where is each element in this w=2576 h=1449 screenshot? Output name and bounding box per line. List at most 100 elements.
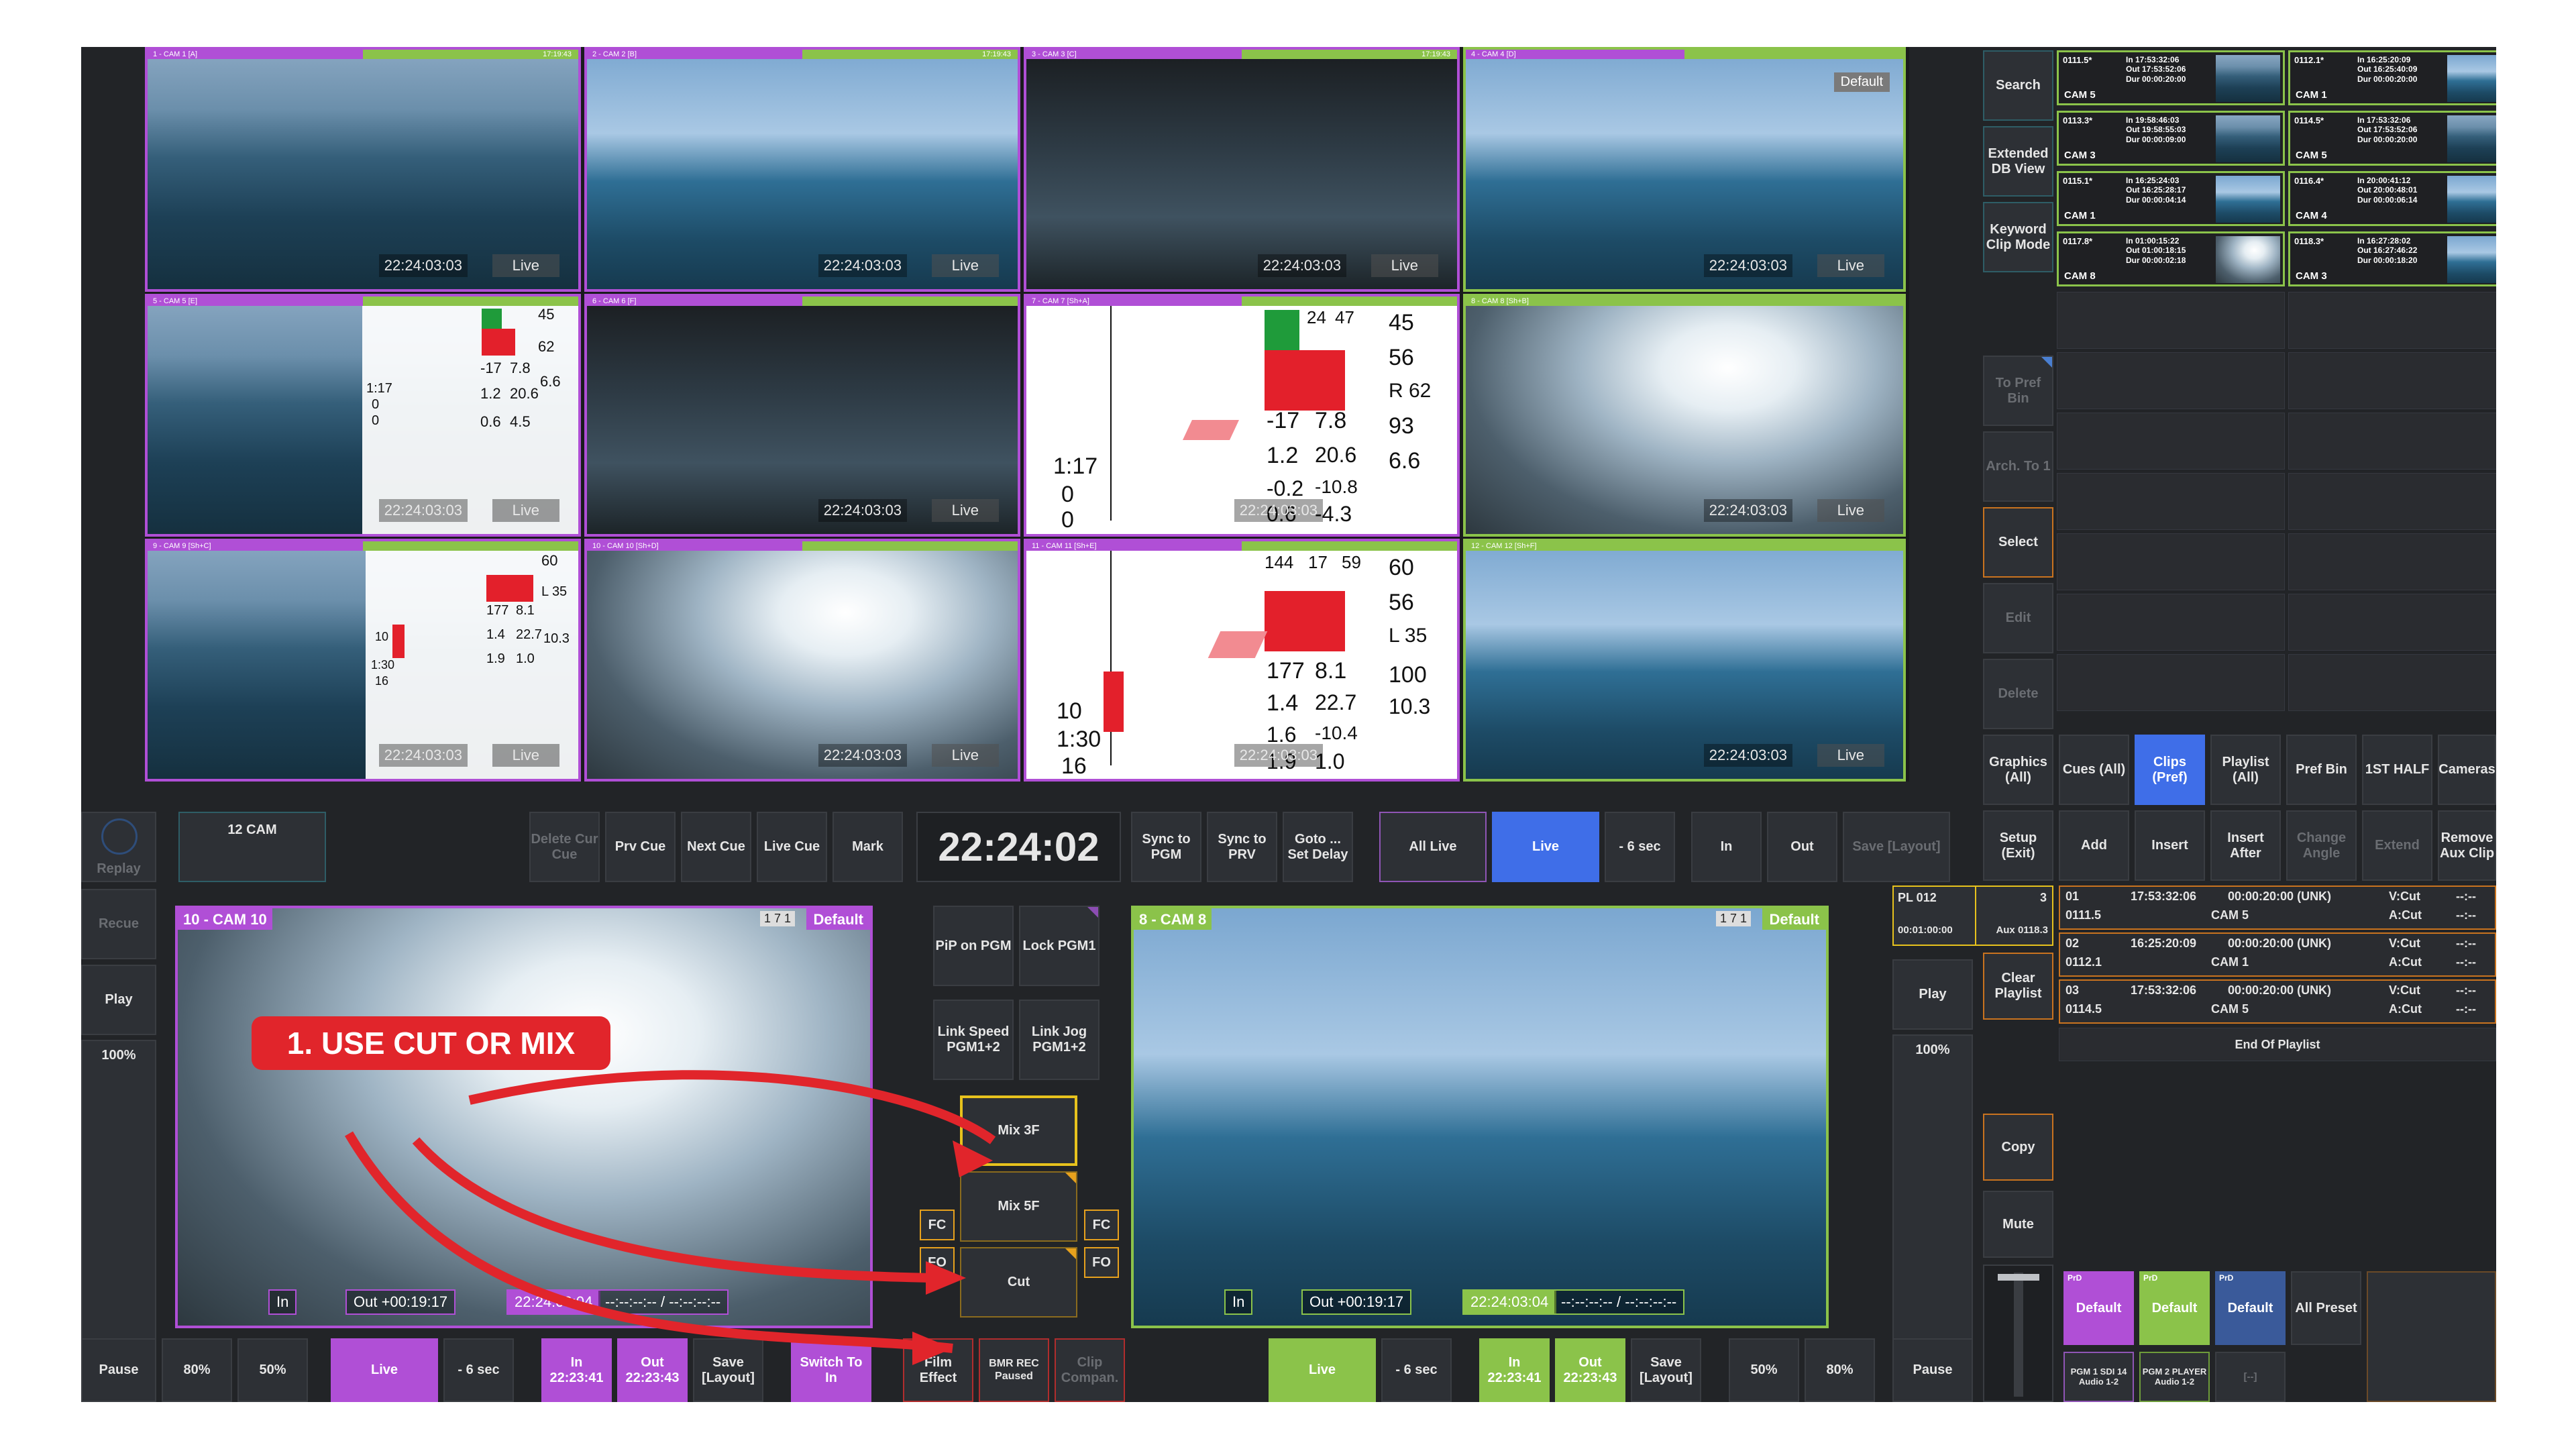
speed-fader-right[interactable]: 100% 0% bbox=[1892, 1034, 1973, 1382]
replay-button[interactable]: Replay bbox=[81, 812, 156, 882]
clip-card[interactable]: 0112.1* In 16:25:20:09 Out 16:25:40:09 Dur… bbox=[2288, 50, 2496, 105]
playlist-header[interactable]: PL 012 00:01:00:00 bbox=[1892, 885, 1976, 946]
empty-clip-slot[interactable] bbox=[2288, 654, 2496, 711]
viewer-in-pill[interactable]: In bbox=[268, 1289, 297, 1315]
keyword-clip-mode-button[interactable]: Keyword Clip Mode bbox=[1983, 202, 2053, 272]
recue-button[interactable]: Recue bbox=[81, 889, 156, 959]
mark-button[interactable]: Mark bbox=[833, 812, 903, 882]
edit-button[interactable]: Edit bbox=[1983, 583, 2053, 653]
empty-clip-slot[interactable] bbox=[2057, 533, 2285, 590]
mv-tile-cam4[interactable]: 4 - CAM 4 [D] Default 22:24:03:03 Live bbox=[1463, 47, 1906, 292]
goto-set-delay-button[interactable]: Goto ... Set Delay bbox=[1283, 812, 1353, 882]
play-button-right[interactable]: Play bbox=[1892, 959, 1973, 1030]
viewer-out-pill[interactable]: Out +00:19:17 bbox=[1301, 1289, 1412, 1315]
live-cue-button[interactable]: Live Cue bbox=[757, 812, 827, 882]
viewer-out-pill[interactable]: Out +00:19:17 bbox=[345, 1289, 456, 1315]
live-button-left[interactable]: Live bbox=[331, 1338, 438, 1402]
tab-1st-half[interactable]: 1ST HALF bbox=[2362, 735, 2432, 805]
live-button-right[interactable]: Live bbox=[1269, 1338, 1376, 1402]
clip-card[interactable]: 0114.5* In 17:53:32:06 Out 17:53:52:06 Dur… bbox=[2288, 111, 2496, 166]
speed-50-button[interactable]: 50% bbox=[237, 1338, 308, 1402]
minus-6-sec-button[interactable]: - 6 sec bbox=[1605, 812, 1675, 882]
empty-clip-slot[interactable] bbox=[2057, 473, 2285, 530]
mv-tile-cam3[interactable]: 3 - CAM 3 [C] 17:19:43 22:24:03:03 Live bbox=[1024, 47, 1460, 292]
clip-card[interactable]: 0113.3* In 19:58:46:03 Out 19:58:55:03 Dur… bbox=[2057, 111, 2285, 166]
sync-to-pgm-button[interactable]: Sync to PGM bbox=[1131, 812, 1201, 882]
pause-button-right[interactable]: Pause bbox=[1892, 1338, 1973, 1402]
minus-6-sec-right[interactable]: - 6 sec bbox=[1381, 1338, 1452, 1402]
clip-card[interactable]: 0116.4* In 20:00:41:12 Out 20:00:48:01 Dur… bbox=[2288, 171, 2496, 226]
speed-80-button[interactable]: 80% bbox=[162, 1338, 232, 1402]
select-button[interactable]: Select bbox=[1983, 507, 2053, 578]
out-timecode-right[interactable]: Out 22:23:43 bbox=[1555, 1338, 1625, 1402]
empty-clip-slot[interactable] bbox=[2288, 292, 2496, 349]
fc-left-button[interactable]: FC bbox=[920, 1210, 955, 1240]
tab-cameras[interactable]: Cameras bbox=[2438, 735, 2496, 805]
change-angle-button[interactable]: Change Angle bbox=[2286, 810, 2357, 881]
tab-graphics[interactable]: Graphics (All) bbox=[1983, 735, 2053, 805]
playlist-row[interactable]: 01 0111.5 17:53:32:06 00:00:20:00 (UNK) … bbox=[2059, 885, 2496, 930]
empty-clip-slot[interactable] bbox=[2288, 352, 2496, 409]
out-timecode-left[interactable]: Out 22:23:43 bbox=[617, 1338, 688, 1402]
fc-right-button[interactable]: FC bbox=[1084, 1210, 1119, 1240]
mix-5f-button[interactable]: Mix 5F bbox=[960, 1171, 1077, 1242]
pause-button-left[interactable]: Pause bbox=[81, 1338, 156, 1402]
viewer-pgm1[interactable]: 10 - CAM 10 1 7 1 Default In Out +00:19:… bbox=[175, 906, 873, 1328]
empty-clip-slot[interactable] bbox=[2057, 352, 2285, 409]
output-pgm1[interactable]: PGM 1 SDI 14 Audio 1-2 bbox=[2063, 1352, 2134, 1402]
prv-cue-button[interactable]: Prv Cue bbox=[605, 812, 676, 882]
remove-aux-clip-button[interactable]: Remove Aux Clip bbox=[2438, 810, 2496, 881]
mv-tile-cam5[interactable]: 5 - CAM 5 [E] 45 62 -17 7.8 6.6 1.2 20.6… bbox=[145, 294, 581, 537]
clear-playlist-button[interactable]: Clear Playlist bbox=[1983, 953, 2053, 1020]
cut-button[interactable]: Cut bbox=[960, 1247, 1077, 1318]
insert-after-button[interactable]: Insert After bbox=[2210, 810, 2281, 881]
play-button-left[interactable]: Play bbox=[81, 965, 156, 1035]
preset-default-button[interactable]: PrD Default bbox=[2063, 1271, 2134, 1345]
lock-pgm1-button[interactable]: Lock PGM1 bbox=[1019, 906, 1099, 986]
insert-button[interactable]: Insert bbox=[2135, 810, 2205, 881]
live-button[interactable]: Live bbox=[1492, 812, 1599, 882]
output-pgm2[interactable]: PGM 2 PLAYER Audio 1-2 bbox=[2139, 1352, 2210, 1402]
viewer-pgm2[interactable]: 8 - CAM 8 1 7 1 Default In Out +00:19:17… bbox=[1131, 906, 1829, 1328]
mv-tile-cam9[interactable]: 9 - CAM 9 [Sh+C] 60 L 35 177 8.1 1.4 22.… bbox=[145, 539, 581, 782]
viewer-in-pill[interactable]: In bbox=[1224, 1289, 1253, 1315]
in-timecode-right[interactable]: In 22:23:41 bbox=[1479, 1338, 1550, 1402]
clip-card[interactable]: 0115.1* In 16:25:24:03 Out 16:25:28:17 Dur… bbox=[2057, 171, 2285, 226]
mv-tile-cam1[interactable]: 1 - CAM 1 [A] 17:19:43 22:24:03:03 Live bbox=[145, 47, 581, 292]
mix-3f-button[interactable]: Mix 3F bbox=[960, 1095, 1077, 1166]
empty-clip-slot[interactable] bbox=[2057, 654, 2285, 711]
link-speed-button[interactable]: Link Speed PGM1+2 bbox=[933, 1000, 1014, 1080]
setup-exit-button[interactable]: Setup (Exit) bbox=[1983, 810, 2053, 881]
clip-card[interactable]: 0118.3* In 16:27:28:02 Out 16:27:46:22 Dur… bbox=[2288, 231, 2496, 286]
mv-tile-cam12[interactable]: 12 - CAM 12 [Sh+F] 22:24:03:03 Live bbox=[1463, 539, 1906, 782]
fo-left-button[interactable]: FO bbox=[920, 1247, 955, 1278]
mv-tile-cam11[interactable]: 11 - CAM 11 [Sh+E] 144 17 59 60 56 L 35 … bbox=[1024, 539, 1460, 782]
copy-button[interactable]: Copy bbox=[1983, 1114, 2053, 1181]
output-empty[interactable]: [--] bbox=[2215, 1352, 2286, 1402]
audio-fader[interactable] bbox=[1983, 1265, 2053, 1402]
delete-button[interactable]: Delete bbox=[1983, 659, 2053, 729]
save-layout-button[interactable]: Save [Layout] bbox=[1843, 812, 1950, 882]
empty-clip-slot[interactable] bbox=[2288, 594, 2496, 651]
all-live-button[interactable]: All Live bbox=[1379, 812, 1487, 882]
tab-pref-bin[interactable]: Pref Bin bbox=[2286, 735, 2357, 805]
out-button[interactable]: Out bbox=[1767, 812, 1837, 882]
speed-80-right[interactable]: 80% bbox=[1805, 1338, 1875, 1402]
delete-cur-cue-button[interactable]: Delete Cur Cue bbox=[529, 812, 600, 882]
add-button[interactable]: Add bbox=[2059, 810, 2129, 881]
save-layout-right[interactable]: Save [Layout] bbox=[1631, 1338, 1701, 1402]
switch-to-in-button[interactable]: Switch To In bbox=[791, 1338, 871, 1402]
pip-on-pgm-button[interactable]: PiP on PGM bbox=[933, 906, 1014, 986]
tab-cues[interactable]: Cues (All) bbox=[2059, 735, 2129, 805]
clip-companion-button[interactable]: Clip Compan. bbox=[1055, 1338, 1125, 1402]
playlist-row[interactable]: 02 0112.1 16:25:20:09 00:00:20:00 (UNK) … bbox=[2059, 932, 2496, 977]
link-jog-button[interactable]: Link Jog PGM1+2 bbox=[1019, 1000, 1099, 1080]
minus-6-sec-left[interactable]: - 6 sec bbox=[443, 1338, 514, 1402]
playlist-row[interactable]: 03 0114.5 17:53:32:06 00:00:20:00 (UNK) … bbox=[2059, 979, 2496, 1024]
search-button[interactable]: Search bbox=[1983, 50, 2053, 121]
clip-card[interactable]: 0117.8* In 01:00:15:22 Out 01:00:18:15 Dur… bbox=[2057, 231, 2285, 286]
fo-right-button[interactable]: FO bbox=[1084, 1247, 1119, 1278]
arch-to-1-button[interactable]: Arch. To 1 bbox=[1983, 431, 2053, 502]
mv-tile-cam8[interactable]: 8 - CAM 8 [Sh+B] 22:24:03:03 Live bbox=[1463, 294, 1906, 537]
mv-tile-cam2[interactable]: 2 - CAM 2 [B] 17:19:43 22:24:03:03 Live bbox=[584, 47, 1020, 292]
